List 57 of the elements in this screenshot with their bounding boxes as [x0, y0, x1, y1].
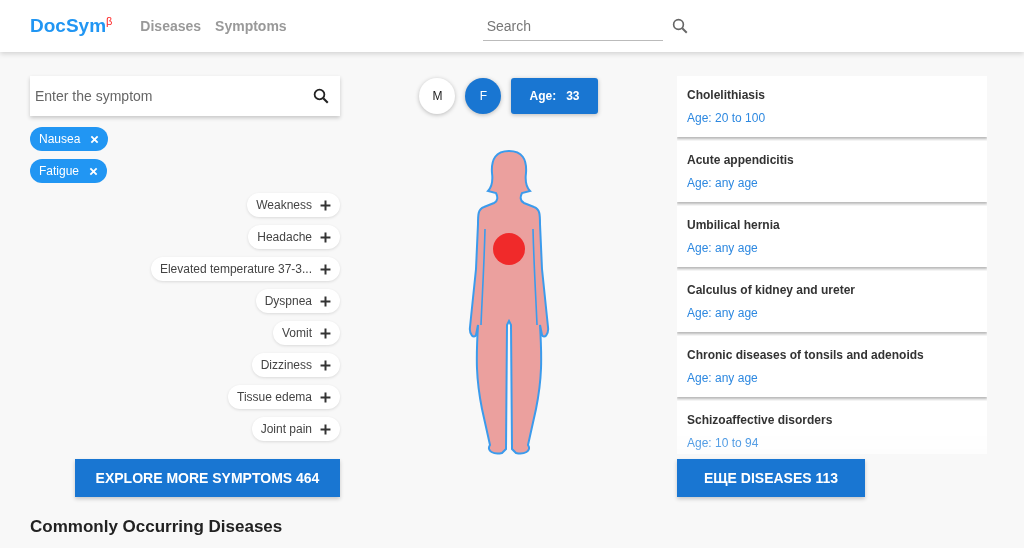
more-diseases-button[interactable]: ЕЩЕ DISEASES 113 — [677, 459, 866, 497]
symptom-label: Weakness — [256, 198, 312, 212]
remove-icon[interactable] — [89, 166, 99, 176]
suggested-symptom[interactable]: Headache — [248, 225, 340, 249]
search-field[interactable]: Search — [482, 11, 663, 41]
disease-age: Age: any age — [687, 306, 759, 320]
suggested-symptom[interactable]: Vomit — [273, 321, 340, 345]
plus-icon[interactable] — [320, 391, 331, 403]
disease-age: Age: any age — [687, 241, 759, 255]
chip-label: Nausea — [39, 132, 81, 146]
symptom-label: Dizziness — [260, 358, 312, 372]
plus-icon[interactable] — [320, 423, 331, 435]
symptom-label: Dyspnea — [264, 294, 312, 308]
disease-name: Calculus of kidney and ureter — [687, 283, 857, 297]
disease-age: Age: 20 to 100 — [687, 111, 767, 125]
suggested-symptom[interactable]: Weakness — [247, 193, 340, 217]
plus-icon[interactable] — [320, 359, 331, 371]
symptom-label: Headache — [257, 230, 312, 244]
section-title: Commonly Occurring Diseases — [30, 517, 284, 537]
age-button[interactable]: Age: 33 — [511, 78, 598, 114]
disease-card[interactable]: Acute appendicitis Age: any age — [677, 141, 987, 202]
remove-icon[interactable] — [90, 134, 100, 144]
suggested-symptom[interactable]: Dyspnea — [255, 289, 340, 313]
symptom-search-field[interactable]: Enter the symptom — [30, 76, 340, 116]
suggested-symptom[interactable]: Tissue edema — [228, 385, 340, 409]
plus-icon[interactable] — [320, 231, 331, 243]
disease-card[interactable]: Cholelithiasis Age: 20 to 100 — [677, 76, 987, 137]
search-icon[interactable] — [312, 87, 330, 105]
body-drawing[interactable] — [468, 150, 549, 455]
disease-name: Cholelithiasis — [687, 88, 767, 102]
symptom-label: Elevated temperature 37-3... — [159, 262, 312, 276]
chip-label: Fatigue — [39, 164, 80, 178]
plus-icon[interactable] — [320, 295, 331, 307]
disease-name: Schizoaffective disorders — [687, 413, 834, 427]
symptom-label: Joint pain — [260, 422, 312, 436]
suggested-symptom[interactable]: Elevated temperature 37-3... — [150, 257, 340, 281]
sex-toggle[interactable]: M — [419, 78, 456, 114]
disease-card[interactable]: Schizoaffective disorders Age: 10 to 94 — [677, 401, 987, 454]
logo[interactable]: DocSym$^{β}$ — [30, 14, 113, 38]
disease-card[interactable]: Umbilical hernia Age: any age — [677, 206, 987, 267]
plus-icon[interactable] — [320, 327, 331, 339]
symptom-label: Tissue edema — [237, 390, 312, 404]
sex-toggle[interactable]: F — [465, 78, 502, 114]
suggested-symptom[interactable]: Dizziness — [251, 353, 340, 377]
disease-age: Age: any age — [687, 371, 759, 385]
disease-name: Umbilical hernia — [687, 218, 781, 232]
plus-icon[interactable] — [320, 199, 331, 211]
explore-symptoms-button[interactable]: EXPLORE MORE SYMPTOMS 464 — [75, 459, 340, 497]
plus-icon[interactable] — [320, 263, 331, 275]
symptom-label: Vomit — [282, 326, 312, 340]
suggested-symptom[interactable]: Joint pain — [251, 417, 340, 441]
disease-name: Chronic diseases of tonsils and adenoids — [687, 348, 925, 362]
disease-card[interactable]: Calculus of kidney and ureter Age: any age — [677, 271, 987, 332]
disease-name: Acute appendicitis — [687, 153, 795, 167]
disease-age: Age: 10 to 94 — [687, 436, 760, 450]
disease-age: Age: any age — [687, 176, 759, 190]
disease-card[interactable]: Chronic diseases of tonsils and adenoids Age: any age — [677, 336, 987, 397]
